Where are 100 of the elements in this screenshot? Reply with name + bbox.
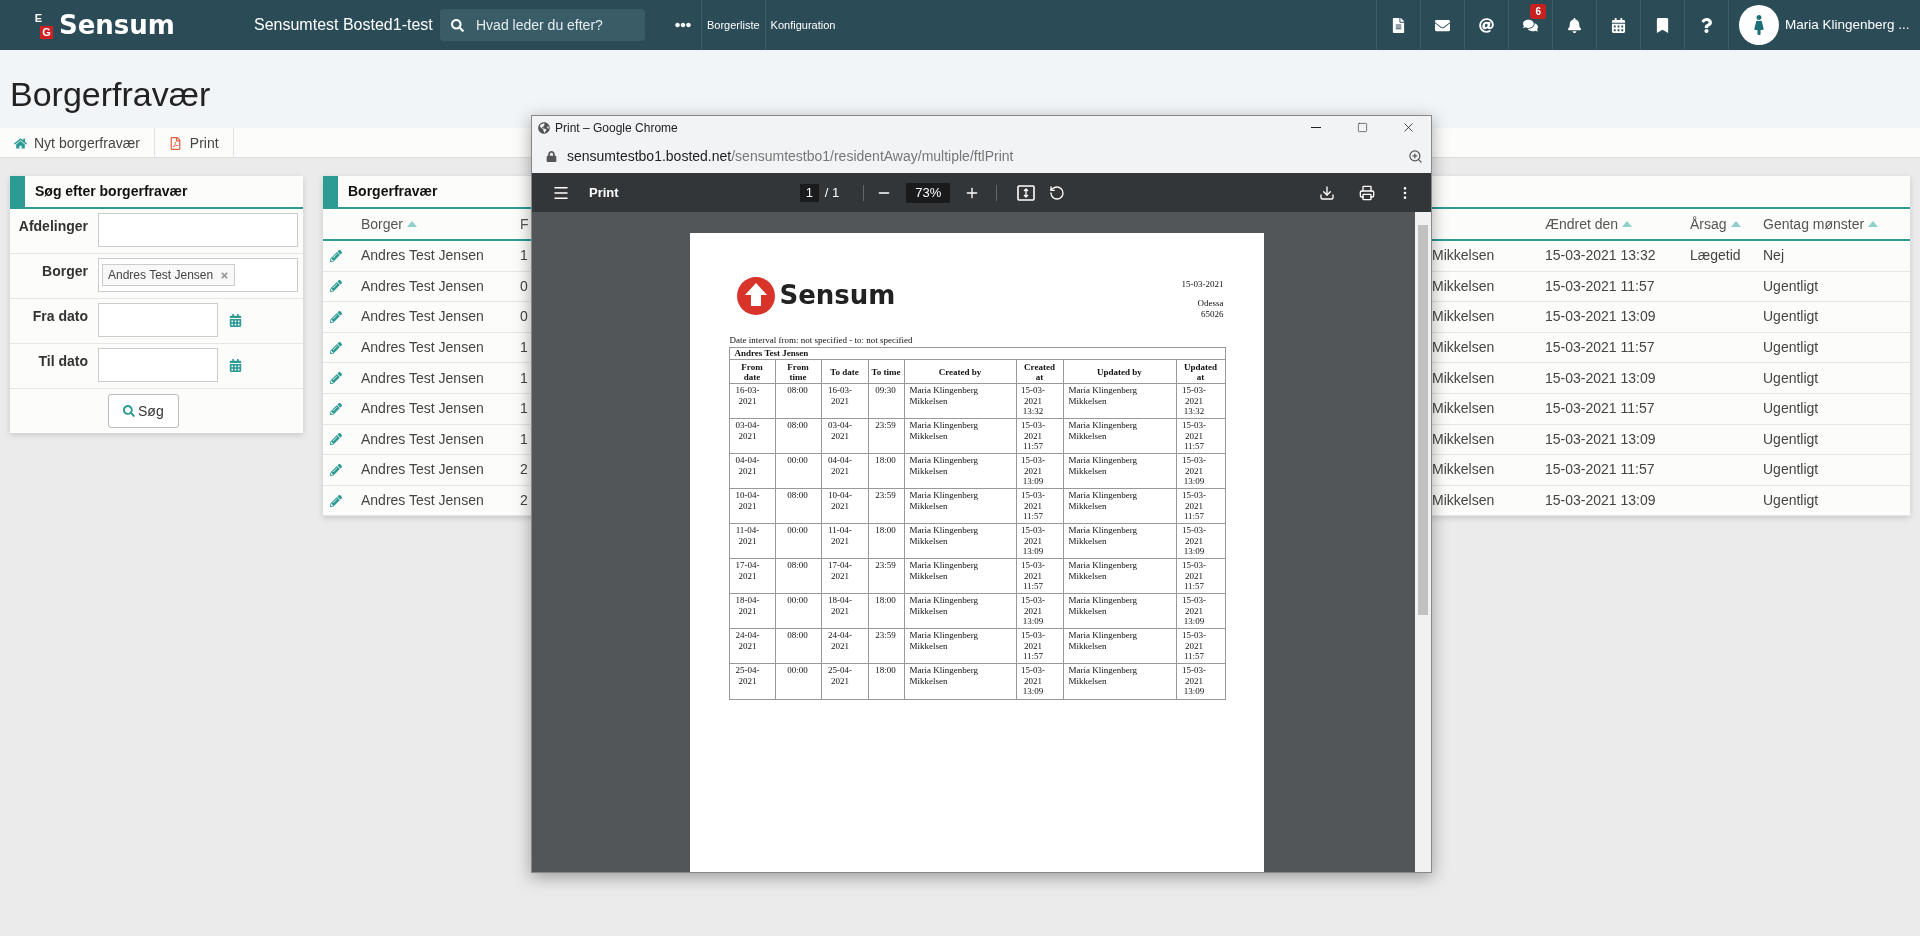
column-header[interactable]: Ændret den (1545, 213, 1619, 235)
scrollbar[interactable] (1415, 212, 1431, 872)
maximize-icon (1356, 122, 1368, 133)
tag-field[interactable]: Andres Test Jensen (98, 258, 298, 292)
table-cell-text: 25-04-2021 (734, 665, 761, 687)
address-line: Odessa (1197, 298, 1224, 309)
table-cell-text: 09:30 (874, 385, 897, 396)
site-title: Sensumtest Bosted1-test (254, 15, 434, 35)
table-cell-text: 18-04-2021 (734, 595, 761, 617)
table-cell-text: Maria Klingenberg Mikkelsen (908, 490, 980, 512)
rotate-icon[interactable] (1049, 184, 1066, 201)
table-cell-text: 24-04-2021 (734, 630, 761, 652)
toolbar-button[interactable]: Nyt borgerfravær (0, 128, 155, 158)
edit-icon[interactable] (330, 433, 342, 446)
edit-icon[interactable] (330, 494, 342, 507)
table-cell-text: 15-03-2021 13:09 (1020, 455, 1046, 487)
column-header: From time (786, 361, 810, 383)
print-icon[interactable] (1359, 184, 1375, 201)
document-icon (1391, 17, 1406, 33)
home-icon (14, 136, 27, 150)
table-cell: Andres Test Jensen (361, 339, 484, 356)
at-sign-icon (1479, 17, 1494, 33)
table-cell-text: 18-04-2021 (827, 595, 853, 617)
table-cell-text: Maria Klingenberg Mikkelsen (1067, 525, 1139, 547)
column-header[interactable]: Gentag mønster (1763, 213, 1865, 235)
table-cell-text: 15-03-2021 13:32 (1181, 385, 1207, 417)
table-cell: 2 (520, 492, 528, 509)
table-cell-text: 11-04-2021 (827, 525, 853, 547)
table-cell: 15-03-2021 11:57 (1545, 277, 1655, 294)
table-cell: 1 (520, 339, 528, 356)
column-header[interactable]: Borger (361, 213, 404, 235)
edit-icon[interactable] (330, 249, 342, 262)
table-cell: Mikkelsen (1432, 492, 1495, 509)
table-cell: 0 (520, 308, 528, 325)
edit-icon[interactable] (330, 311, 342, 323)
search-field[interactable]: Hvad leder du efter? (440, 9, 645, 41)
table-cell: 15-03-2021 11:57 (1545, 339, 1655, 356)
table-cell-text: Maria Klingenberg Mikkelsen (908, 525, 980, 547)
table-cell: 15-03-2021 13:09 (1545, 492, 1656, 509)
table-cell-text: Maria Klingenberg Mikkelsen (908, 455, 980, 477)
table-cell: Andres Test Jensen (361, 430, 484, 447)
column-header[interactable]: Årsag (1690, 213, 1727, 235)
date-field[interactable] (98, 348, 218, 382)
table-cell: Ugentligt (1763, 339, 1819, 356)
download-icon[interactable] (1319, 184, 1335, 201)
table-cell-text: 15-03-2021 13:09 (1181, 525, 1207, 557)
table-cell-text: 04-04-2021 (827, 455, 853, 477)
date-field[interactable] (98, 303, 218, 337)
address-bar[interactable]: sensumtestbo1.bosted.net/sensumtestbo1/residentAway/multiple/ftlPrint (567, 145, 1014, 167)
table-cell-text: 08:00 (786, 560, 809, 571)
column-header[interactable]: F (520, 213, 529, 235)
column-header: Created at (1023, 361, 1056, 383)
edit-icon[interactable] (330, 402, 342, 415)
table-cell-text: 16-03-2021 (734, 385, 761, 407)
avatar-icon (1739, 5, 1779, 45)
table-cell-text: 18:00 (874, 665, 897, 676)
table-cell-text: 15-03-2021 13:09 (1181, 595, 1207, 627)
toolbar-button[interactable]: Print (154, 128, 234, 158)
table-cell-text: 00:00 (786, 665, 809, 676)
table-cell: Ugentligt (1763, 308, 1819, 325)
table-cell-text: 10-04-2021 (827, 490, 853, 512)
table-cell-text: Maria Klingenberg Mikkelsen (908, 560, 980, 582)
pdf-icon (168, 136, 182, 150)
field-label: Afdelinger (17, 217, 89, 236)
table-cell: Andres Test Jensen (361, 461, 484, 478)
table-cell: 1 (520, 430, 528, 447)
logo-mark: E G (36, 11, 53, 39)
edit-icon[interactable] (330, 463, 342, 476)
table-cell-text: 23:59 (874, 490, 897, 501)
table-cell-text: 23:59 (874, 420, 897, 431)
logo-text: Sensum (59, 8, 175, 42)
zoom-icon (1408, 148, 1423, 164)
group-title: Andres Test Jensen (734, 348, 809, 359)
table-cell-text: 00:00 (786, 595, 809, 606)
table-cell-text: Maria Klingenberg Mikkelsen (1067, 490, 1139, 512)
table-cell: Andres Test Jensen (361, 400, 484, 417)
table-cell: Andres Test Jensen (361, 247, 484, 264)
calendar-icon[interactable] (229, 358, 242, 372)
table-cell: 1 (520, 369, 528, 386)
edit-icon[interactable] (330, 341, 342, 354)
document-date: 15-03-2021 (1181, 279, 1224, 290)
window-title: Print – Google Chrome (555, 119, 678, 137)
lock-icon (546, 150, 557, 162)
edit-icon[interactable] (330, 372, 342, 385)
table-cell-text: 03-04-2021 (827, 420, 853, 442)
text-field[interactable] (98, 213, 298, 247)
table-cell: 0 (520, 277, 528, 294)
viewer-title: Print (589, 183, 619, 202)
edit-icon[interactable] (330, 280, 342, 293)
calendar-icon[interactable] (229, 313, 242, 327)
table-cell-text: 18:00 (874, 455, 897, 466)
table-cell-text: 15-03-2021 11:57 (1181, 490, 1207, 522)
zoom-field[interactable]: 73% (906, 182, 951, 203)
table-cell-text: 24-04-2021 (827, 630, 853, 652)
table-cell-text: Maria Klingenberg Mikkelsen (908, 420, 980, 442)
table-cell-text: 17-04-2021 (734, 560, 761, 582)
search-button[interactable]: Søg (108, 394, 179, 428)
fit-page-icon[interactable] (1017, 184, 1036, 201)
table-cell: 2 (520, 461, 528, 478)
page-field[interactable]: 1 (799, 183, 819, 202)
